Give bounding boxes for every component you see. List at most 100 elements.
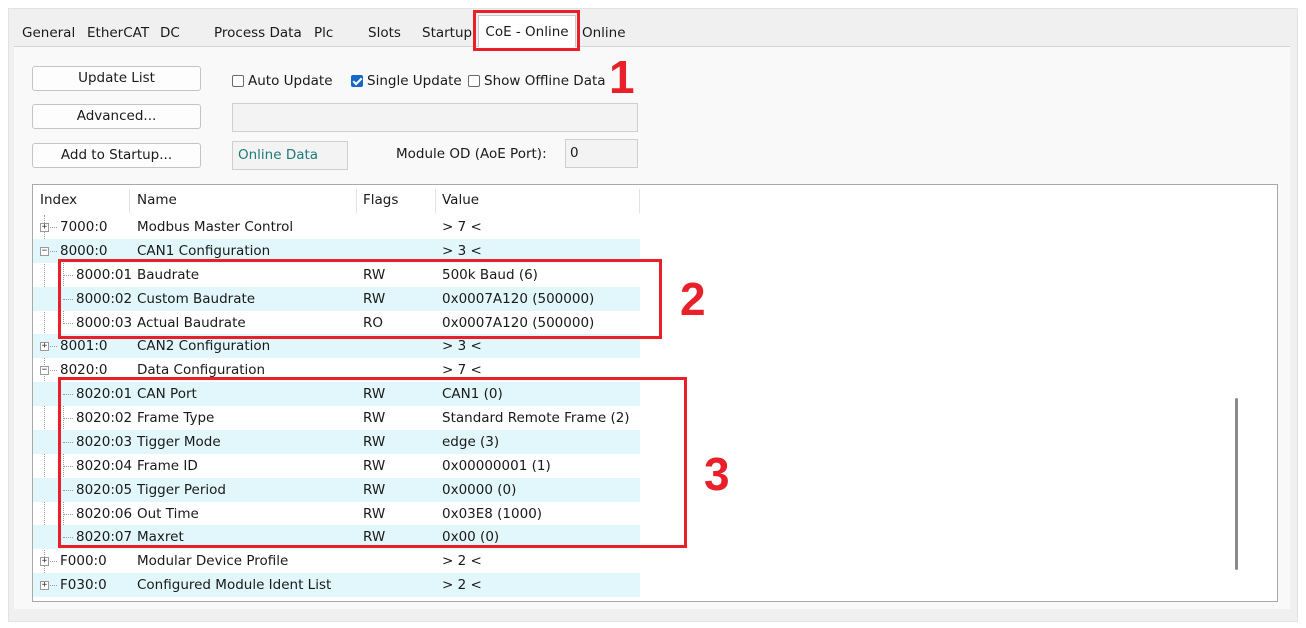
table-row[interactable]: 8000:01 Baudrate RW 500k Baud (6) <box>33 263 640 287</box>
auto-update-label: Auto Update <box>248 73 333 89</box>
row-index: 8020:06 <box>76 506 133 522</box>
table-row[interactable]: + F030:0 Configured Module Ident List > … <box>33 573 640 597</box>
tab-dc[interactable]: DC <box>156 19 184 47</box>
table-row[interactable]: + 7000:0 Modbus Master Control > 7 < <box>33 215 640 239</box>
column-header-index[interactable]: Index <box>40 185 77 215</box>
row-flags: RW <box>363 386 386 402</box>
row-value[interactable]: 0x00 (0) <box>442 525 499 549</box>
row-name: Out Time <box>137 506 199 522</box>
single-update-box[interactable] <box>351 75 363 87</box>
column-header-flags[interactable]: Flags <box>363 185 398 215</box>
auto-update-box[interactable] <box>232 75 244 87</box>
auto-update-checkbox[interactable]: Auto Update <box>232 71 333 91</box>
table-row[interactable]: − 8000:0 CAN1 Configuration > 3 < <box>33 239 640 263</box>
tab-online[interactable]: Online <box>578 19 630 47</box>
row-value[interactable]: 0x0000 (0) <box>442 478 516 502</box>
expand-icon[interactable]: + <box>40 557 49 566</box>
row-name: Maxret <box>137 529 184 545</box>
row-value[interactable]: 500k Baud (6) <box>442 263 538 287</box>
row-name: CAN1 Configuration <box>137 243 271 259</box>
status-message-field <box>232 103 638 132</box>
table-row[interactable]: 8020:05 Tigger Period RW 0x0000 (0) <box>33 478 640 502</box>
tab-startup[interactable]: Startup <box>418 19 476 47</box>
row-value[interactable]: > 3 < <box>442 334 482 358</box>
annotation-label-2: 2 <box>680 273 706 325</box>
table-row[interactable]: 8020:02 Frame Type RW Standard Remote Fr… <box>33 406 640 430</box>
row-index: 8020:01 <box>76 386 133 402</box>
table-row[interactable]: 8020:04 Frame ID RW 0x00000001 (1) <box>33 454 640 478</box>
module-od-label: Module OD (AoE Port): <box>396 146 547 162</box>
row-index: 8020:0 <box>60 362 108 378</box>
row-value[interactable]: > 7 < <box>442 358 482 382</box>
table-row[interactable]: 8020:03 Tigger Mode RW edge (3) <box>33 430 640 454</box>
row-name: CAN Port <box>137 386 197 402</box>
row-index: 8020:05 <box>76 482 133 498</box>
row-name: CAN2 Configuration <box>137 338 271 354</box>
tab-ethercat[interactable]: EtherCAT <box>83 19 153 47</box>
row-flags: RW <box>363 506 386 522</box>
table-row[interactable]: 8020:06 Out Time RW 0x03E8 (1000) <box>33 502 640 526</box>
collapse-icon[interactable]: − <box>40 247 49 256</box>
row-value[interactable]: > 3 < <box>442 239 482 263</box>
table-row[interactable]: 8020:07 Maxret RW 0x00 (0) <box>33 525 640 549</box>
collapse-icon[interactable]: − <box>40 366 49 375</box>
expand-icon[interactable]: + <box>40 223 49 232</box>
show-offline-data-label: Show Offline Data <box>484 73 606 89</box>
update-list-button[interactable]: Update List <box>32 66 201 91</box>
table-row[interactable]: 8000:02 Custom Baudrate RW 0x0007A120 (5… <box>33 287 640 311</box>
row-name: Baudrate <box>137 267 200 283</box>
row-name: Tigger Mode <box>137 434 221 450</box>
table-row[interactable]: 8000:03 Actual Baudrate RO 0x0007A120 (5… <box>33 311 640 335</box>
tab-process-data[interactable]: Process Data <box>210 19 306 47</box>
row-value[interactable]: > 2 < <box>442 549 482 573</box>
annotation-label-3: 3 <box>704 448 730 500</box>
module-od-value: 0 <box>565 139 638 168</box>
advanced-button[interactable]: Advanced... <box>32 104 201 129</box>
row-name: Tigger Period <box>137 482 226 498</box>
show-offline-data-checkbox[interactable]: Show Offline Data <box>468 71 606 91</box>
row-flags: RW <box>363 529 386 545</box>
row-value[interactable]: CAN1 (0) <box>442 382 503 406</box>
tab-coe-online[interactable]: CoE - Online <box>478 15 576 47</box>
row-index: 8000:02 <box>76 291 133 307</box>
column-header-name[interactable]: Name <box>137 185 177 215</box>
row-flags: RW <box>363 434 386 450</box>
expand-icon[interactable]: + <box>40 581 49 590</box>
row-index: 8000:01 <box>76 267 133 283</box>
coe-object-table: Index Name Flags Value + 7000:0 Modbus M… <box>32 184 1278 602</box>
row-index: F030:0 <box>60 577 107 593</box>
online-data-indicator: Online Data <box>232 141 348 170</box>
table-row[interactable]: 8020:01 CAN Port RW CAN1 (0) <box>33 382 640 406</box>
tab-slots[interactable]: Slots <box>364 19 405 47</box>
single-update-checkbox[interactable]: Single Update <box>351 71 462 91</box>
vertical-scrollbar[interactable] <box>1235 398 1238 570</box>
row-value[interactable]: Standard Remote Frame (2) <box>442 406 630 430</box>
row-value[interactable]: 0x03E8 (1000) <box>442 502 542 526</box>
table-row[interactable]: + 8001:0 CAN2 Configuration > 3 < <box>33 334 640 358</box>
tab-plc[interactable]: Plc <box>310 19 337 47</box>
tab-general[interactable]: General <box>18 19 79 47</box>
add-to-startup-button[interactable]: Add to Startup... <box>32 143 201 168</box>
row-index: 8000:0 <box>60 243 108 259</box>
row-name: Actual Baudrate <box>137 315 246 331</box>
row-value[interactable]: 0x0007A120 (500000) <box>442 311 594 335</box>
table-row[interactable]: + F000:0 Modular Device Profile > 2 < <box>33 549 640 573</box>
row-flags: RW <box>363 291 386 307</box>
row-index: 8020:02 <box>76 410 133 426</box>
row-index: 8020:04 <box>76 458 133 474</box>
row-value[interactable]: > 2 < <box>442 573 482 597</box>
row-name: Configured Module Ident List <box>137 577 332 593</box>
row-value[interactable]: 0x00000001 (1) <box>442 454 551 478</box>
expand-icon[interactable]: + <box>40 342 49 351</box>
annotation-label-1: 1 <box>609 51 635 103</box>
row-value[interactable]: edge (3) <box>442 430 499 454</box>
column-header-value[interactable]: Value <box>442 185 479 215</box>
row-value[interactable]: > 7 < <box>442 215 482 239</box>
row-index: 8000:03 <box>76 315 133 331</box>
row-flags: RW <box>363 267 386 283</box>
row-name: Frame ID <box>137 458 198 474</box>
show-offline-data-box[interactable] <box>468 75 480 87</box>
table-row[interactable]: − 8020:0 Data Configuration > 7 < <box>33 358 640 382</box>
row-value[interactable]: 0x0007A120 (500000) <box>442 287 594 311</box>
row-flags: RW <box>363 410 386 426</box>
